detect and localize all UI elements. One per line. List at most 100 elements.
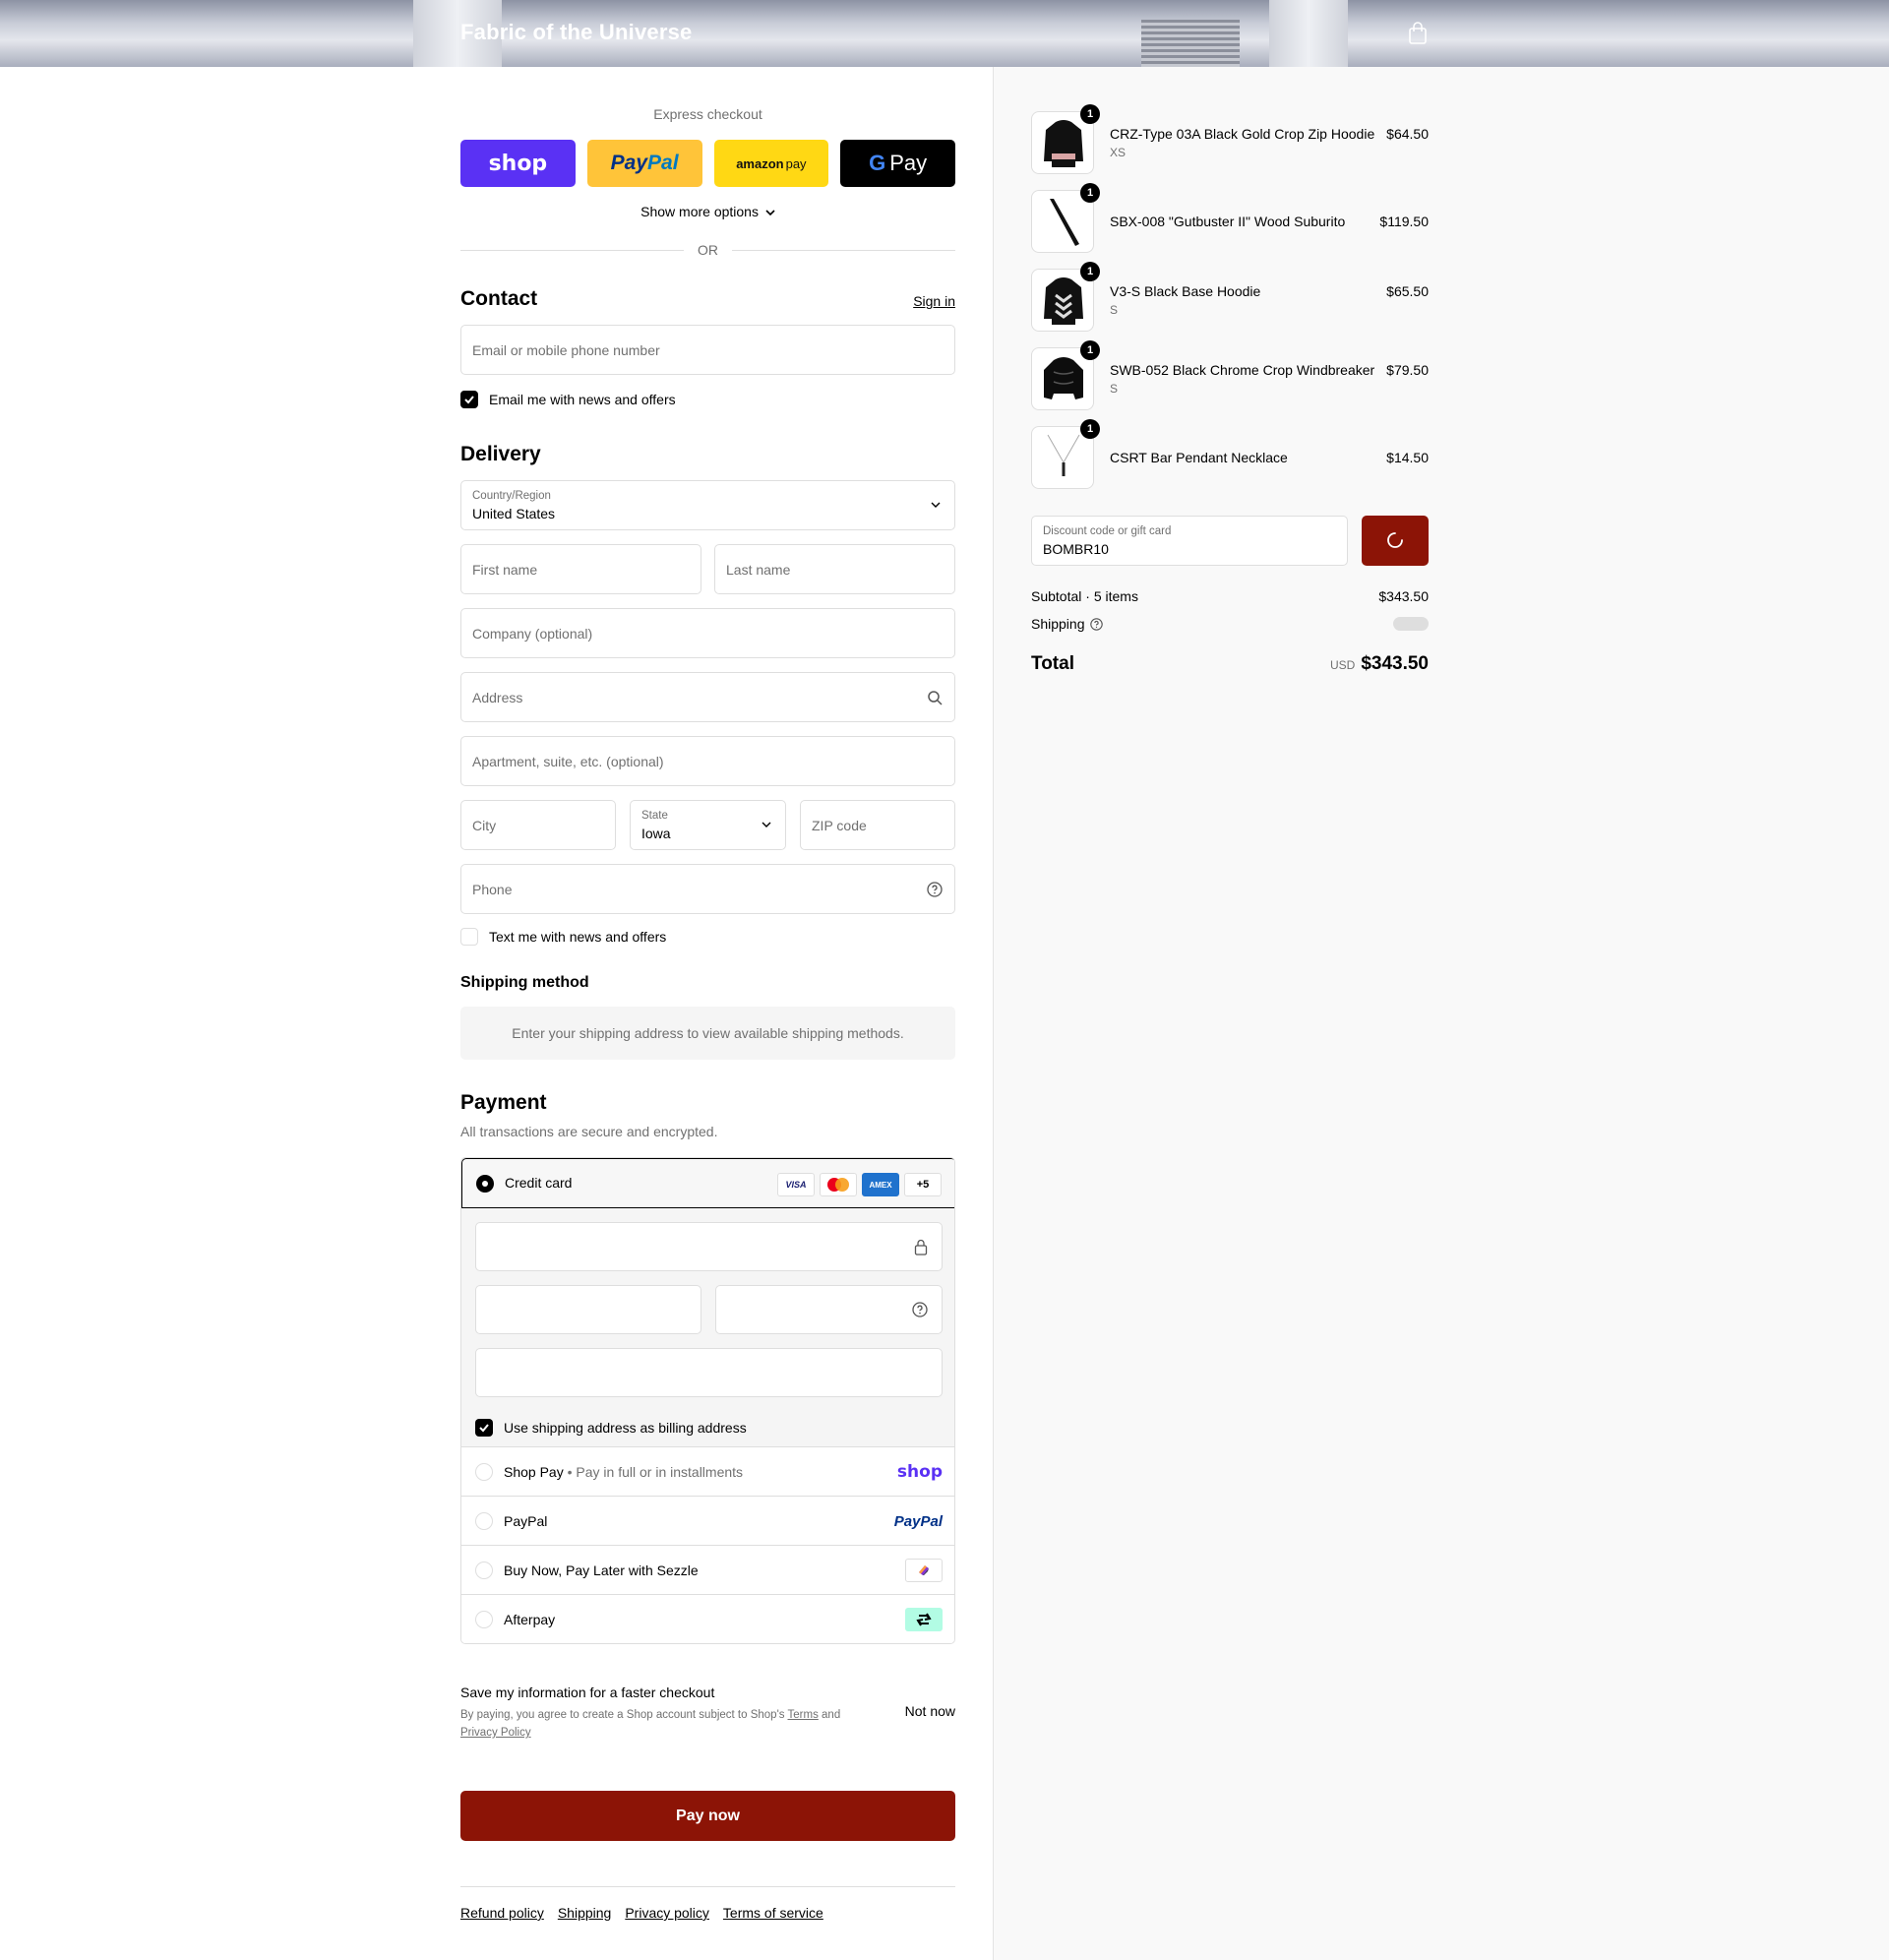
paypal-logo: PayPal <box>893 1512 943 1530</box>
checkmark-icon <box>464 396 474 404</box>
state-label: State <box>641 810 668 822</box>
shop-pay-label: Shop Pay • Pay in full or in installment… <box>504 1464 744 1480</box>
sign-in-link[interactable]: Sign in <box>913 293 955 309</box>
email-placeholder: Email or mobile phone number <box>472 342 660 358</box>
subtotal-value: $343.50 <box>1378 588 1429 604</box>
not-now-button[interactable]: Not now <box>905 1703 955 1719</box>
sezzle-label: Buy Now, Pay Later with Sezzle <box>504 1562 699 1578</box>
credit-card-form: Use shipping address as billing address <box>461 1208 954 1447</box>
city-field[interactable]: City <box>460 800 616 850</box>
afterpay-icon <box>905 1608 943 1631</box>
divider-line <box>460 249 684 251</box>
save-info-and: and <box>818 1709 841 1721</box>
necklace-thumbnail <box>1047 434 1080 476</box>
last-name-field[interactable]: Last name <box>714 544 955 594</box>
shop-pay-radio[interactable] <box>475 1463 493 1481</box>
credit-card-radio[interactable] <box>476 1175 494 1193</box>
help-circle-icon[interactable] <box>912 1302 928 1317</box>
hoodie-thumbnail <box>1044 277 1083 325</box>
terms-of-service-link[interactable]: Terms of service <box>723 1905 823 1921</box>
country-value: United States <box>472 506 556 521</box>
store-name[interactable]: Fabric of the Universe <box>460 20 692 45</box>
sezzle-icon <box>905 1559 943 1582</box>
subtotal-label: Subtotal · 5 items <box>1031 588 1138 604</box>
paypal-option[interactable]: PayPal PayPal <box>461 1497 954 1546</box>
paypal-logo-pay: Pay <box>610 152 648 174</box>
shopping-bag-icon[interactable] <box>1407 22 1429 45</box>
paypal-radio[interactable] <box>475 1512 493 1530</box>
banner-pillar <box>1269 0 1348 67</box>
discount-code-field[interactable]: Discount code or gift card BOMBR10 <box>1031 516 1348 566</box>
country-label: Country/Region <box>472 490 551 502</box>
divider-line <box>732 249 955 251</box>
sezzle-radio[interactable] <box>475 1562 493 1579</box>
item-name: CRZ-Type 03A Black Gold Crop Zip Hoodie <box>1110 126 1375 142</box>
company-placeholder: Company (optional) <box>472 626 593 642</box>
item-name: CSRT Bar Pendant Necklace <box>1110 450 1288 465</box>
save-info-disclaimer: By paying, you agree to create a Shop ac… <box>460 1706 874 1742</box>
afterpay-label: Afterpay <box>504 1612 556 1627</box>
afterpay-option[interactable]: Afterpay <box>461 1595 954 1643</box>
address-field[interactable]: Address <box>460 672 955 722</box>
credit-card-option[interactable]: Credit card VISA AMEX +5 <box>461 1158 954 1208</box>
payment-methods: Credit card VISA AMEX +5 Use shipping ad… <box>460 1157 955 1644</box>
shipping-method-heading: Shipping method <box>460 974 589 991</box>
quantity-badge: 1 <box>1080 104 1100 124</box>
help-circle-icon[interactable] <box>1090 618 1103 631</box>
zip-field[interactable]: ZIP code <box>800 800 955 850</box>
quantity-badge: 1 <box>1080 183 1100 203</box>
item-variant: S <box>1110 382 1119 396</box>
shop-pay-express-button[interactable]: shop <box>460 140 576 187</box>
billing-address-checkbox[interactable] <box>475 1419 493 1437</box>
card-number-field[interactable] <box>475 1222 943 1271</box>
text-offers-checkbox[interactable] <box>460 928 478 946</box>
hoodie-thumbnail <box>1044 120 1083 167</box>
item-price: $64.50 <box>1386 126 1429 142</box>
show-more-options-button[interactable]: Show more options <box>460 204 955 219</box>
sezzle-option[interactable]: Buy Now, Pay Later with Sezzle <box>461 1546 954 1595</box>
afterpay-radio[interactable] <box>475 1611 493 1628</box>
total-amount: USD $343.50 <box>1330 653 1429 675</box>
address-placeholder: Address <box>472 690 523 705</box>
item-variant: XS <box>1110 146 1127 159</box>
refund-policy-link[interactable]: Refund policy <box>460 1905 544 1921</box>
shipping-loading-placeholder <box>1393 617 1429 631</box>
privacy-policy-link[interactable]: Privacy Policy <box>460 1727 531 1739</box>
amazon-pay-text: pay <box>785 155 807 171</box>
pay-now-button[interactable]: Pay now <box>460 1791 955 1841</box>
email-field[interactable]: Email or mobile phone number <box>460 325 955 375</box>
state-select[interactable]: State Iowa <box>630 800 786 850</box>
expiration-date-field[interactable] <box>475 1285 701 1334</box>
shipping-method-placeholder: Enter your shipping address to view avai… <box>460 1007 955 1060</box>
contact-heading: Contact <box>460 287 538 310</box>
apply-discount-button[interactable] <box>1362 516 1429 566</box>
country-select[interactable]: Country/Region United States <box>460 480 955 530</box>
windbreaker-thumbnail <box>1044 357 1083 399</box>
currency-code: USD <box>1329 658 1356 672</box>
visa-icon: VISA <box>777 1173 815 1196</box>
apartment-field[interactable]: Apartment, suite, etc. (optional) <box>460 736 955 786</box>
privacy-policy-footer-link[interactable]: Privacy policy <box>625 1905 709 1921</box>
shop-pay-option[interactable]: Shop Pay • Pay in full or in installment… <box>461 1447 954 1497</box>
save-info-text: By paying, you agree to create a Shop ac… <box>460 1709 788 1721</box>
help-circle-icon[interactable] <box>927 882 943 897</box>
mastercard-icon <box>820 1173 857 1196</box>
item-name: V3-S Black Base Hoodie <box>1110 283 1261 299</box>
amex-icon: AMEX <box>862 1173 899 1196</box>
discount-label: Discount code or gift card <box>1043 525 1172 537</box>
shipping-policy-link[interactable]: Shipping <box>558 1905 612 1921</box>
terms-link[interactable]: Terms <box>788 1709 819 1721</box>
paypal-express-button[interactable]: Pay Pal <box>586 140 702 187</box>
amazon-pay-express-button[interactable]: amazon pay <box>713 140 829 187</box>
payment-heading: Payment <box>460 1091 547 1114</box>
company-field[interactable]: Company (optional) <box>460 608 955 658</box>
email-offers-checkbox[interactable] <box>460 391 478 408</box>
google-pay-text: Pay <box>889 151 928 175</box>
name-on-card-field[interactable] <box>475 1348 943 1397</box>
phone-field[interactable]: Phone <box>460 864 955 914</box>
security-code-field[interactable] <box>715 1285 943 1334</box>
first-name-field[interactable]: First name <box>460 544 701 594</box>
google-pay-express-button[interactable]: G Pay <box>840 140 955 187</box>
cart-item: 1 SBX-008 "Gutbuster II" Wood Suburito $… <box>1031 183 1429 255</box>
item-price: $119.50 <box>1379 214 1429 229</box>
